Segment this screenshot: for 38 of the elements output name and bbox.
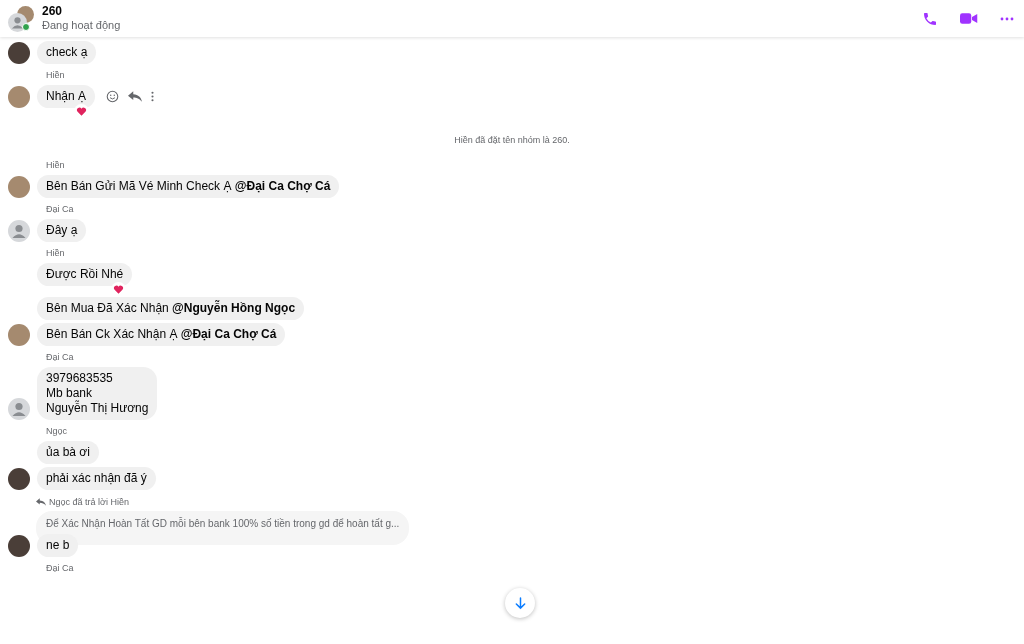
arrow-down-icon (513, 596, 527, 610)
message-bubble: phải xác nhận đã ý (37, 466, 156, 490)
sender-name: Đại Ca (46, 203, 75, 215)
emoji-icon[interactable] (106, 90, 120, 103)
reply-arrow-icon (36, 498, 46, 507)
scroll-down-button[interactable] (505, 588, 535, 618)
avatar-silhouette-icon (8, 397, 30, 420)
avatar-silhouette-icon (8, 219, 30, 242)
avatar-photo (8, 535, 30, 557)
avatar-photo (8, 86, 30, 108)
message-bubble: 3979683535 Mb bank Nguyễn Thị Hương (37, 366, 158, 420)
video-camera-icon[interactable] (960, 12, 978, 25)
message-bubble: ủa bà ơi (37, 440, 99, 464)
chat-title: 260 (42, 4, 64, 20)
status-text: Đang hoạt động (42, 19, 121, 33)
sender-name: Hiền (46, 247, 66, 259)
message-bubble: Bên Bán Gửi Mã Vé Minh Check Ạ @Đại Ca Chợ Cá (37, 174, 340, 198)
sender-name: Hiền (46, 70, 66, 81)
avatar-photo (8, 467, 30, 490)
reply-icon[interactable] (128, 91, 143, 102)
sender-name: Đại Ca (46, 351, 75, 363)
more-options-icon[interactable] (1000, 16, 1014, 21)
group-notice: Hiền đã đặt tên nhóm là 260. (454, 134, 570, 147)
avatar-photo (8, 42, 30, 64)
more-icon[interactable] (151, 91, 155, 102)
sender-name: Ngọc (46, 425, 68, 437)
avatar-silhouette-icon (8, 12, 27, 32)
message-bubble: Bên Bán Ck Xác Nhận Ạ @Đại Ca Chợ Cá (37, 322, 286, 346)
avatar-photo (8, 175, 30, 198)
sender-name: Đại Ca (46, 563, 75, 574)
reply-label: Ngọc đã trả lời Hiền (49, 495, 129, 509)
message-bubble: check ạ (37, 41, 97, 64)
phone-icon[interactable] (922, 10, 938, 27)
message-bubble: Bên Mua Đã Xác Nhận @Nguyễn Hồng Ngọc (37, 296, 305, 320)
message-bubble: ne b (37, 534, 79, 557)
sender-name: Hiền (46, 159, 66, 171)
avatar-photo (8, 323, 30, 346)
message-bubble: Đây ạ (37, 218, 87, 242)
